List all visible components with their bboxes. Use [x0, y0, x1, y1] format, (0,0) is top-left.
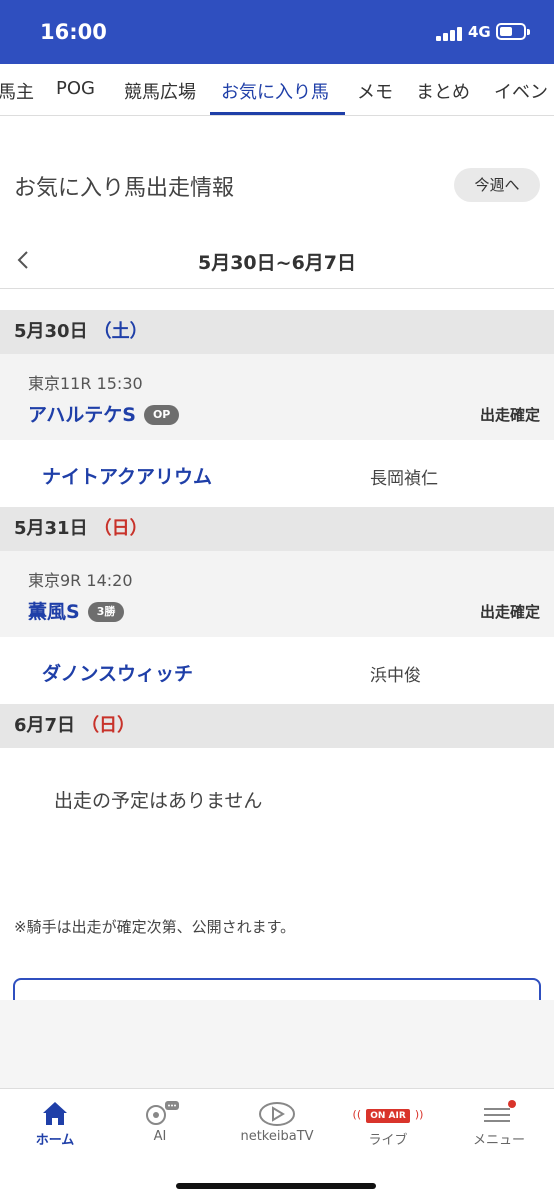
race-name-text: アハルテケS	[28, 404, 136, 426]
category-tabs: 馬主 POG 競馬広場 お気に入り馬 メモ まとめ イベン	[0, 64, 554, 116]
page-title: お気に入り馬出走情報	[14, 176, 235, 201]
status-time: 16:00	[40, 20, 107, 44]
nav-netkeiba-tv[interactable]: netkeibaTV	[222, 1089, 332, 1159]
race-name[interactable]: アハルテケS OP	[28, 400, 180, 427]
signal-icon	[436, 25, 466, 41]
grade-badge: 3勝	[87, 602, 125, 622]
nav-ai[interactable]: AI	[105, 1089, 215, 1159]
day-of-week: （土）	[93, 321, 148, 342]
home-indicator	[176, 1183, 376, 1189]
date-label: 5月31日	[14, 518, 88, 539]
battery-icon	[496, 23, 530, 40]
ai-icon	[105, 1099, 215, 1127]
race-name-text: 薫風S	[28, 601, 80, 623]
broadcast-icon: (( ON AIR ))	[352, 1108, 424, 1123]
network-type: 4G	[468, 23, 491, 41]
grade-badge: OP	[143, 405, 180, 425]
play-icon	[222, 1099, 332, 1127]
nav-label: AI	[153, 1129, 167, 1144]
race-meta: 東京11R 15:30	[28, 374, 143, 393]
date-label: 5月30日	[14, 321, 88, 342]
tab-keiba-hiroba[interactable]: 競馬広場	[124, 78, 196, 104]
race-status: 出走確定	[479, 603, 540, 621]
tab-summary[interactable]: まとめ	[416, 78, 470, 104]
on-air-badge: ON AIR	[366, 1109, 410, 1123]
tab-favorite-horses[interactable]: お気に入り馬	[221, 78, 329, 104]
tab-pog[interactable]: POG	[56, 78, 95, 99]
nav-live[interactable]: (( ON AIR )) ライブ	[333, 1089, 443, 1159]
day-of-week: （日）	[81, 715, 136, 736]
tab-memo[interactable]: メモ	[357, 78, 393, 104]
day-of-week: （日）	[93, 518, 148, 539]
date-header: 6月7日 （日）	[0, 704, 554, 748]
nav-label: メニュー	[472, 1133, 525, 1148]
tab-owner[interactable]: 馬主	[0, 78, 34, 104]
nav-menu[interactable]: メニュー	[444, 1089, 554, 1159]
this-week-button[interactable]: 今週へ	[454, 168, 540, 202]
nav-label: ホーム	[35, 1133, 75, 1148]
active-tab-indicator	[210, 112, 345, 115]
nav-label: ライブ	[368, 1133, 408, 1148]
race-name[interactable]: 薫風S 3勝	[28, 597, 125, 624]
horse-name[interactable]: ナイトアクアリウム	[42, 462, 212, 489]
race-meta: 東京9R 14:20	[28, 571, 133, 590]
chevron-left-icon[interactable]	[16, 249, 30, 277]
date-label: 6月7日	[14, 715, 76, 736]
home-icon	[0, 1099, 110, 1127]
nav-home[interactable]: ホーム	[0, 1089, 110, 1159]
divider	[0, 288, 554, 289]
race-info[interactable]: 東京11R 15:30 アハルテケS OP 出走確定	[0, 354, 554, 440]
race-info[interactable]: 東京9R 14:20 薫風S 3勝 出走確定	[0, 551, 554, 637]
jockey-note: ※騎手は出走が確定次第、公開されます。	[14, 918, 296, 936]
date-header: 5月30日 （土）	[0, 310, 554, 354]
week-range: 5月30日~6月7日	[197, 252, 357, 274]
horse-row[interactable]: ダノンスウィッチ 浜中俊	[0, 637, 554, 707]
menu-icon	[444, 1099, 554, 1127]
horse-name[interactable]: ダノンスウィッチ	[42, 659, 193, 686]
jockey-name: 長岡禎仁	[370, 469, 438, 489]
jockey-name: 浜中俊	[370, 666, 421, 686]
race-status: 出走確定	[479, 406, 540, 424]
tab-event[interactable]: イベン	[494, 78, 548, 104]
content-background	[0, 1000, 554, 1088]
date-header: 5月31日 （日）	[0, 507, 554, 551]
horse-row[interactable]: ナイトアクアリウム 長岡禎仁	[0, 440, 554, 510]
nav-label: netkeibaTV	[240, 1129, 314, 1144]
status-bar: 16:00 4G	[0, 0, 554, 64]
no-entry-message: 出走の予定はありません	[54, 790, 263, 812]
